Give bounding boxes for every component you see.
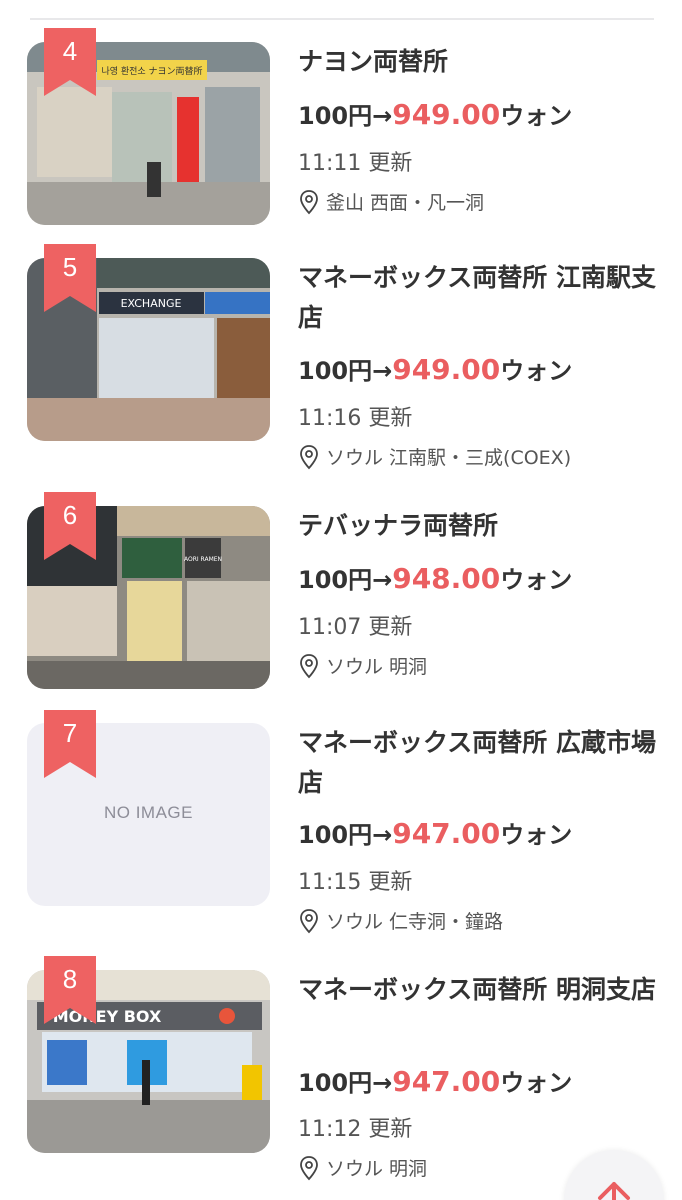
rank-number: 8: [62, 964, 78, 994]
shop-location: ソウル 江南駅・三成(COEX): [298, 443, 571, 470]
rank-number: 4: [62, 36, 78, 66]
signage-text: 나영 환전소 ナヨン両替所: [101, 65, 202, 77]
exchange-rate: 100円→947.00ウォン: [298, 1063, 658, 1098]
update-time: 11:07 更新: [298, 615, 413, 640]
update-time: 11:12 更新: [298, 1117, 413, 1142]
rank-badge: 8: [44, 956, 96, 1024]
rate-base: 100円→: [298, 357, 393, 385]
rank-badge: 7: [44, 710, 96, 778]
exchange-rate: 100円→949.00ウォン: [298, 351, 658, 386]
map-pin-icon: [298, 653, 320, 679]
exchange-rate: 100円→947.00ウォン: [298, 815, 658, 850]
shop-name[interactable]: ナヨン両替所: [298, 42, 658, 82]
update-time: 11:15 更新: [298, 870, 413, 895]
location-text: 釜山 西面・凡一洞: [326, 192, 485, 214]
update-time: 11:16 更新: [298, 406, 413, 431]
shop-name[interactable]: マネーボックス両替所 明洞支店: [298, 970, 658, 1010]
rank-badge: 5: [44, 244, 96, 312]
signage-text: EXCHANGE: [121, 297, 182, 310]
rate-unit: ウォン: [500, 102, 573, 130]
rank-badge: 6: [44, 492, 96, 560]
shop-location: 釜山 西面・凡一洞: [298, 188, 484, 215]
exchange-rate: 100円→949.00ウォン: [298, 96, 658, 131]
rate-base: 100円→: [298, 1069, 393, 1097]
map-pin-icon: [298, 189, 320, 215]
shop-name[interactable]: テバッナラ両替所: [298, 506, 658, 546]
exchange-rate: 100円→948.00ウォン: [298, 560, 658, 595]
rate-value: 947.00: [392, 1065, 501, 1098]
map-pin-icon: [298, 1155, 320, 1181]
rate-base: 100円→: [298, 102, 393, 130]
arrow-up-icon: [598, 1182, 630, 1200]
location-text: ソウル 仁寺洞・鐘路: [326, 911, 504, 933]
rate-unit: ウォン: [500, 1069, 573, 1097]
shop-location: ソウル 仁寺洞・鐘路: [298, 907, 503, 934]
location-text: ソウル 明洞: [326, 1158, 428, 1180]
rate-value: 949.00: [392, 98, 501, 131]
shop-name[interactable]: マネーボックス両替所 江南駅支店: [298, 258, 658, 338]
map-pin-icon: [298, 444, 320, 470]
shop-list: 나영 환전소 ナヨン両替所 4 ナヨン両替所 100円→949.00ウォン 11…: [0, 0, 682, 1200]
rate-unit: ウォン: [500, 357, 573, 385]
rate-base: 100円→: [298, 566, 393, 594]
rank-badge: 4: [44, 28, 96, 96]
rank-number: 7: [62, 718, 78, 748]
signage-text: AORI RAMEN: [184, 556, 222, 563]
rate-unit: ウォン: [500, 821, 573, 849]
location-text: ソウル 明洞: [326, 656, 428, 678]
rank-number: 5: [62, 252, 78, 282]
update-time: 11:11 更新: [298, 151, 413, 176]
rate-value: 948.00: [392, 562, 501, 595]
shop-name[interactable]: マネーボックス両替所 広蔵市場店: [298, 723, 658, 803]
shop-location: ソウル 明洞: [298, 1154, 427, 1181]
rank-number: 6: [62, 500, 78, 530]
rate-base: 100円→: [298, 821, 393, 849]
rate-value: 947.00: [392, 817, 501, 850]
location-text: ソウル 江南駅・三成(COEX): [326, 447, 572, 469]
rate-value: 949.00: [392, 353, 501, 386]
no-image-label: NO IMAGE: [103, 803, 193, 822]
map-pin-icon: [298, 908, 320, 934]
rate-unit: ウォン: [500, 566, 573, 594]
shop-location: ソウル 明洞: [298, 652, 427, 679]
